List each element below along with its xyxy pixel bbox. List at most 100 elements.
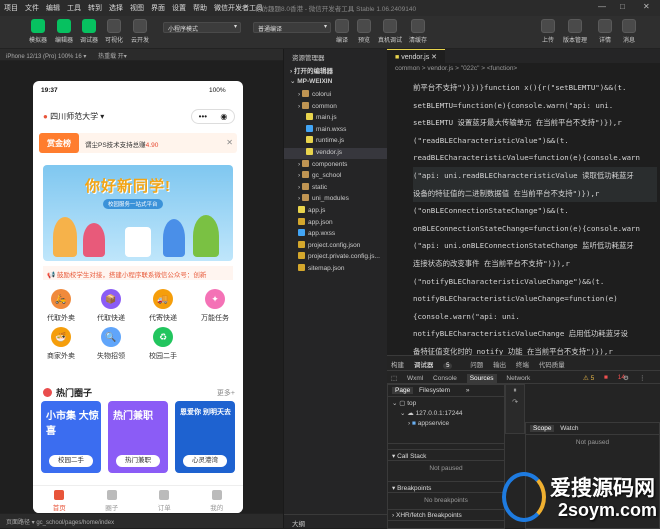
grid-item[interactable]: 📦 代取快递: [89, 289, 133, 323]
menu-item[interactable]: 选择: [109, 3, 123, 13]
outline-section[interactable]: 大纲: [284, 514, 388, 528]
tree-item[interactable]: main.js: [284, 113, 337, 124]
minimize-button[interactable]: —: [598, 2, 606, 11]
breakpoints-section[interactable]: ▾ Breakpoints: [388, 481, 504, 493]
remote-debug-button[interactable]: 真机调试: [378, 19, 402, 44]
menu-item[interactable]: 编辑: [46, 3, 60, 13]
code-content[interactable]: 前平台不支持")}})}function x(){r("setBLEMTU")&…: [413, 79, 657, 361]
tab-page[interactable]: Page: [392, 387, 414, 394]
tree-item[interactable]: project.config.json: [284, 240, 360, 252]
code-line[interactable]: ("readBLECharacteristicValue")&&(t.: [413, 132, 657, 150]
code-line[interactable]: {console.warn("api: uni.: [413, 308, 657, 326]
code-line[interactable]: readBLECharacteristicValue=function(e){c…: [413, 149, 657, 167]
tree-item[interactable]: runtime.js: [284, 136, 344, 147]
visual-button[interactable]: 可视化: [102, 19, 126, 44]
grid-item[interactable]: 🚚 代寄快递: [141, 289, 185, 323]
kebab-icon[interactable]: ⋮: [639, 374, 646, 382]
grid-item[interactable]: 🔍 失物招领: [89, 327, 133, 361]
tab-circles[interactable]: 圈子: [86, 486, 139, 513]
tab-build[interactable]: 构建: [391, 362, 404, 369]
grid-item[interactable]: ✦ 万能任务: [193, 289, 237, 323]
location-selector[interactable]: ● 四川师范大学 ▾: [43, 111, 104, 122]
gear-icon[interactable]: ⚙: [623, 374, 629, 382]
tab-sources[interactable]: Sources: [466, 374, 497, 383]
code-line[interactable]: notifyBLECharacteristicValueChange=funct…: [413, 290, 657, 308]
tree-item[interactable]: › components: [284, 159, 347, 171]
project-root[interactable]: ⌄ MP-WEIXIN: [284, 77, 332, 88]
preview-button[interactable]: 预览: [352, 19, 376, 44]
tab-watch[interactable]: Watch: [560, 425, 578, 432]
tab-problems[interactable]: 问题: [470, 362, 483, 369]
menu-item[interactable]: 帮助: [193, 3, 207, 13]
tab-console[interactable]: Console: [433, 375, 457, 382]
menu-item[interactable]: 工具: [67, 3, 81, 13]
circle-card[interactable]: 热门兼职 热门兼职: [108, 401, 168, 473]
chevron-right-icon[interactable]: »: [466, 387, 470, 394]
circle-card[interactable]: 小市集 大惊喜 校园二手: [41, 401, 101, 473]
close-icon[interactable]: ✕: [226, 138, 233, 147]
tab-terminal[interactable]: 终端: [516, 362, 529, 369]
open-editors-section[interactable]: › 打开的编辑器: [284, 65, 333, 76]
tab-wxml[interactable]: Wxml: [407, 375, 423, 382]
close-circle-icon[interactable]: ◉: [220, 112, 227, 121]
tree-item[interactable]: vendor.js: [284, 148, 388, 159]
code-line[interactable]: notifyBLECharacteristicValueChange 启用低功耗…: [413, 325, 657, 343]
xhr-breakpoints-section[interactable]: › XHR/fetch Breakpoints: [388, 509, 504, 521]
tree-node-appservice[interactable]: › ■ appservice: [392, 419, 500, 429]
close-window-button[interactable]: ✕: [643, 2, 650, 11]
tree-item[interactable]: › colorui: [284, 90, 331, 101]
tab-network[interactable]: Network: [506, 375, 530, 382]
tree-item[interactable]: sitemap.json: [284, 264, 345, 275]
tab-home[interactable]: 首页: [33, 486, 86, 513]
tree-item[interactable]: app.js: [284, 206, 325, 217]
menu-item[interactable]: 界面: [151, 3, 165, 13]
tab-scope[interactable]: Scope: [530, 425, 555, 432]
maximize-button[interactable]: □: [620, 2, 625, 11]
tab-output[interactable]: 输出: [493, 362, 506, 369]
tab-vendor-js[interactable]: ■ vendor.js ✕: [387, 49, 446, 63]
menu-item[interactable]: 视图: [130, 3, 144, 13]
code-line[interactable]: ("notifyBLECharacteristicValueChange")&&…: [413, 273, 657, 291]
tab-me[interactable]: 我的: [191, 486, 244, 513]
cloud-button[interactable]: 云开发: [128, 19, 152, 44]
tab-filesystem[interactable]: Filesystem: [419, 387, 450, 394]
notice-bar[interactable]: 📢 鼓励校学生对接，搭建小程序联系微信公众号：创新: [43, 266, 233, 280]
messages-button[interactable]: 消息: [617, 19, 641, 44]
tab-orders[interactable]: 订单: [138, 486, 191, 513]
step-over-icon[interactable]: ↷: [506, 397, 524, 409]
tree-node-top[interactable]: ⌄ ▢ top: [392, 399, 500, 409]
mode-select[interactable]: 小程序模式: [163, 22, 241, 33]
grid-item[interactable]: 🍜 商家外卖: [39, 327, 83, 361]
code-line[interactable]: ("onBLEConnectionStateChange")&&(t.: [413, 202, 657, 220]
version-button[interactable]: 版本管理: [563, 19, 587, 44]
menu-item[interactable]: 项目: [4, 3, 18, 13]
code-line[interactable]: 设备的特征值的二进制数据值 在当前平台不支持")}),r: [413, 184, 657, 203]
code-line[interactable]: ("api: uni.onBLEConnectionStateChange 监听…: [413, 237, 657, 255]
page-path-bar[interactable]: 页面路径 ▾ gc_school/pages/home/index: [0, 513, 283, 528]
editor-button[interactable]: 编辑器: [52, 19, 76, 44]
debugger-button[interactable]: 调试器: [77, 19, 101, 44]
tree-item[interactable]: app.wxss: [284, 229, 335, 240]
menu-item[interactable]: 转到: [88, 3, 102, 13]
menu-item[interactable]: 文件: [25, 3, 39, 13]
tree-item[interactable]: app.json: [284, 217, 333, 229]
compile-button[interactable]: 编译: [330, 19, 354, 44]
tree-item[interactable]: › common: [284, 101, 337, 113]
call-stack-section[interactable]: ▾ Call Stack: [388, 449, 504, 461]
simulator-button[interactable]: 模拟器: [26, 19, 50, 44]
compile-select[interactable]: 普通编译: [253, 22, 331, 33]
code-line[interactable]: 连接状态的改变事件 在当前平台不支持")}),r: [413, 255, 657, 273]
pause-icon[interactable]: ⏸: [506, 385, 524, 397]
tab-code-quality[interactable]: 代码质量: [539, 362, 565, 369]
grid-item[interactable]: ♻ 校园二手: [141, 327, 185, 361]
menu-item[interactable]: 设置: [172, 3, 186, 13]
tree-item[interactable]: › static: [284, 182, 327, 194]
upload-button[interactable]: 上传: [536, 19, 560, 44]
warning-count[interactable]: ⚠ 5: [583, 374, 594, 382]
code-line[interactable]: onBLEConnectionStateChange=function(e){c…: [413, 220, 657, 238]
tree-item[interactable]: › uni_modules: [284, 194, 349, 205]
menu-capsule[interactable]: ••• ◉: [191, 109, 235, 124]
circle-card[interactable]: 恩爱你 别明天去 心灵港湾: [175, 401, 235, 473]
clear-cache-button[interactable]: 清缓存: [406, 19, 430, 44]
banner-image[interactable]: 你好新同学! 校园服务一站式平台: [43, 165, 233, 261]
